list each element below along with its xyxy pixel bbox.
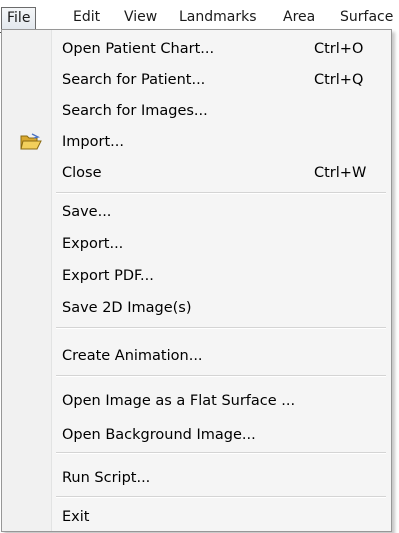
menu-item-label: Export PDF... bbox=[62, 268, 154, 284]
menu-file[interactable]: File bbox=[1, 7, 37, 29]
menu-item-label: Close bbox=[62, 165, 102, 181]
menu-view[interactable]: View bbox=[119, 7, 162, 29]
menu-item-label: Search for Patient... bbox=[62, 72, 206, 88]
menu-item-open-patient-chart[interactable]: Open Patient Chart... Ctrl+O bbox=[4, 34, 389, 64]
menu-item-label: Open Image as a Flat Surface ... bbox=[62, 393, 296, 409]
app-window: File Edit View Landmarks Area Surface Op… bbox=[0, 0, 399, 533]
menu-separator bbox=[56, 452, 386, 454]
menu-item-search-for-images[interactable]: Search for Images... bbox=[4, 96, 389, 126]
menu-item-save[interactable]: Save... bbox=[4, 197, 389, 227]
menu-item-label: Create Animation... bbox=[62, 348, 203, 364]
menu-landmarks[interactable]: Landmarks bbox=[174, 7, 262, 29]
menu-area[interactable]: Area bbox=[278, 7, 320, 29]
menu-separator bbox=[56, 192, 386, 194]
menu-separator bbox=[56, 375, 386, 377]
menu-item-label: Run Script... bbox=[62, 470, 151, 486]
menu-item-export-pdf[interactable]: Export PDF... bbox=[4, 261, 389, 291]
menu-surface[interactable]: Surface bbox=[335, 7, 398, 29]
menu-item-run-script[interactable]: Run Script... bbox=[4, 463, 389, 493]
open-folder-icon bbox=[20, 133, 42, 150]
menu-item-label: Save... bbox=[62, 204, 112, 220]
menu-edit[interactable]: Edit bbox=[68, 7, 105, 29]
menu-separator bbox=[56, 327, 386, 329]
menu-item-save-2d-images[interactable]: Save 2D Image(s) bbox=[4, 293, 389, 323]
menu-item-exit[interactable]: Exit bbox=[4, 502, 389, 532]
menu-item-label: Import... bbox=[62, 134, 124, 150]
menu-item-search-for-patient[interactable]: Search for Patient... Ctrl+Q bbox=[4, 65, 389, 95]
menu-separator bbox=[56, 496, 386, 498]
file-menu-dropdown: Open Patient Chart... Ctrl+O Search for … bbox=[1, 29, 392, 532]
menu-item-label: Open Background Image... bbox=[62, 427, 256, 443]
menu-item-import[interactable]: Import... bbox=[4, 127, 389, 157]
menu-item-close[interactable]: Close Ctrl+W bbox=[4, 158, 389, 188]
menu-item-shortcut: Ctrl+W bbox=[314, 165, 367, 181]
menu-item-label: Search for Images... bbox=[62, 103, 208, 119]
menu-item-label: Export... bbox=[62, 236, 124, 252]
menu-item-shortcut: Ctrl+O bbox=[314, 41, 364, 57]
menu-item-shortcut: Ctrl+Q bbox=[314, 72, 364, 88]
menu-item-open-background-image[interactable]: Open Background Image... bbox=[4, 420, 389, 450]
menu-item-export[interactable]: Export... bbox=[4, 229, 389, 259]
menu-item-open-image-as-flat-surface[interactable]: Open Image as a Flat Surface ... bbox=[4, 386, 389, 416]
menu-item-label: Open Patient Chart... bbox=[62, 41, 215, 57]
menu-item-label: Save 2D Image(s) bbox=[62, 300, 192, 316]
menu-item-create-animation[interactable]: Create Animation... bbox=[4, 341, 389, 371]
menu-item-label: Exit bbox=[62, 509, 90, 525]
